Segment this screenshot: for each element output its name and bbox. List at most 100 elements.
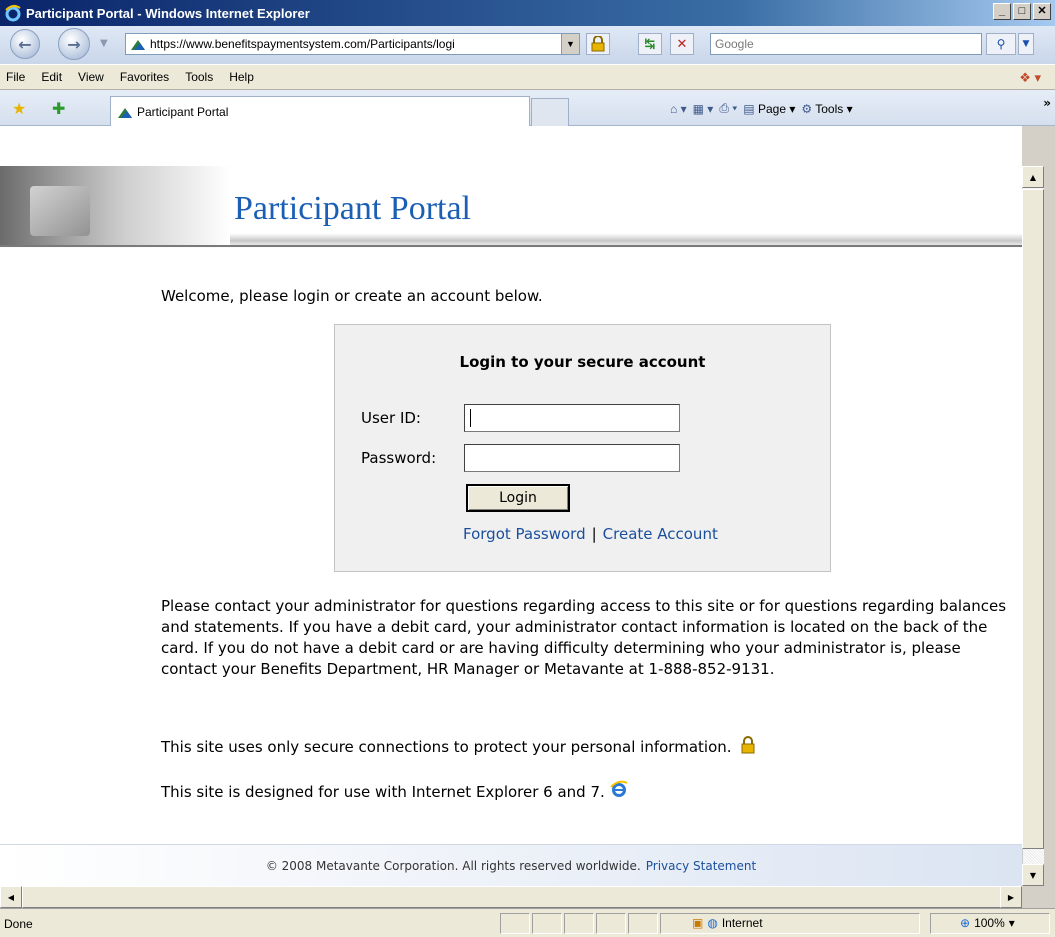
zone-label: Internet [721, 916, 763, 930]
home-icon[interactable]: ⌂ ▾ [670, 102, 687, 116]
zoom-level: 100% [974, 916, 1005, 930]
page-menu-label: Page [757, 101, 786, 116]
scroll-left-button[interactable]: ◀ [0, 886, 22, 908]
new-tab-button[interactable] [531, 98, 569, 126]
page-content: Participant Portal Welcome, please login… [0, 126, 1022, 886]
address-toolbar: ← → ▼ https://www.benefitspaymentsystem.… [0, 26, 1055, 64]
user-id-input[interactable] [464, 404, 680, 432]
zoom-icon: ⊕ [960, 916, 971, 930]
search-input[interactable]: Google [710, 33, 982, 55]
search-options-dropdown[interactable]: ▼ [1018, 33, 1034, 55]
toolbar-addon-icon[interactable]: ❖ ▾ [1019, 70, 1041, 86]
ie-note: This site is designed for use with Inter… [161, 780, 1011, 803]
zoom-dropdown-icon: ▾ [1008, 916, 1015, 930]
back-button[interactable]: ← [10, 29, 40, 59]
minimize-button[interactable]: _ [993, 3, 1011, 20]
login-title: Login to your secure account [459, 353, 706, 371]
contact-paragraph: Please contact your administrator for qu… [161, 597, 1007, 678]
menu-view[interactable]: View [70, 70, 112, 84]
banner-image [0, 166, 230, 246]
page-icon: ▤ [743, 101, 758, 116]
password-input[interactable] [464, 444, 680, 472]
search-icon: ⚲ [996, 37, 1006, 51]
chevron-more-icon[interactable]: » [1043, 96, 1051, 110]
menu-edit[interactable]: Edit [33, 70, 70, 84]
gear-icon: ⚙ [801, 101, 816, 116]
forward-button[interactable]: → [58, 28, 90, 60]
site-favicon-icon [118, 107, 132, 118]
secure-note-text: This site uses only secure connections t… [161, 738, 732, 756]
status-pane [532, 913, 562, 934]
close-button[interactable]: ✕ [1033, 3, 1051, 20]
page-menu-button[interactable]: ▤ Page ▾ [743, 102, 795, 116]
globe-icon: ◍ [707, 916, 718, 930]
feeds-icon[interactable]: ▦ ▾ [693, 102, 714, 116]
tab-label: Participant Portal [137, 104, 229, 119]
security-zone[interactable]: ▣ ◍ Internet [692, 916, 763, 930]
address-url: https://www.benefitspaymentsystem.com/Pa… [150, 37, 455, 51]
tab-participant-portal[interactable]: Participant Portal [110, 96, 530, 126]
forgot-password-link[interactable]: Forgot Password [463, 525, 586, 543]
maximize-button[interactable]: □ [1013, 3, 1031, 20]
login-button[interactable]: Login [466, 484, 570, 512]
status-pane [628, 913, 658, 934]
site-favicon-icon [131, 40, 145, 50]
search-button[interactable]: ⚲ [986, 33, 1016, 55]
copyright-text: © 2008 Metavante Corporation. All rights… [265, 858, 641, 873]
address-field[interactable]: https://www.benefitspaymentsystem.com/Pa… [125, 33, 580, 55]
create-account-link[interactable]: Create Account [603, 525, 718, 543]
window-controls: _ □ ✕ [993, 3, 1051, 20]
back-arrow-icon: ← [18, 34, 32, 54]
stop-button[interactable]: ✕ [670, 33, 694, 55]
refresh-button[interactable]: ↹ [638, 33, 662, 55]
status-text: Done [4, 917, 33, 931]
favorites-center-star-icon[interactable]: ★ [12, 99, 26, 118]
padlock-icon [591, 36, 605, 52]
menu-favorites[interactable]: Favorites [112, 70, 177, 84]
vertical-scrollbar-thumb[interactable] [1022, 189, 1044, 849]
page-footer: © 2008 Metavante Corporation. All rights… [0, 844, 1022, 886]
forward-arrow-icon: → [67, 34, 81, 54]
command-bar: ⌂ ▾ ▦ ▾ ⎙ ▾ ▤ Page ▾ ⚙ Tools ▾ [670, 101, 853, 116]
address-dropdown-button[interactable]: ▼ [561, 34, 579, 54]
user-id-label: User ID: [361, 409, 421, 427]
page-banner: Participant Portal [0, 126, 1022, 248]
scroll-down-button[interactable]: ▼ [1022, 864, 1044, 886]
menu-help[interactable]: Help [221, 70, 262, 84]
ie-logo-icon [5, 4, 21, 22]
status-pane [596, 913, 626, 934]
scroll-right-button[interactable]: ▶ [1000, 886, 1022, 908]
print-icon[interactable]: ⎙ ▾ [719, 101, 737, 116]
banner-divider [0, 245, 1022, 247]
refresh-icon: ↹ [644, 36, 656, 52]
ie-note-text: This site is designed for use with Inter… [161, 783, 605, 801]
recent-pages-dropdown[interactable]: ▼ [100, 38, 108, 49]
tools-menu-button[interactable]: ⚙ Tools ▾ [801, 102, 852, 116]
scrollbar-corner [1022, 886, 1044, 908]
status-pane [564, 913, 594, 934]
menu-tools[interactable]: Tools [177, 70, 221, 84]
secure-note: This site uses only secure connections t… [161, 736, 1011, 758]
page-title: Participant Portal [234, 190, 472, 227]
menu-bar: File Edit View Favorites Tools Help ❖ ▾ [0, 64, 1055, 90]
scroll-up-button[interactable]: ▲ [1022, 166, 1044, 188]
padlock-icon [741, 736, 755, 754]
link-separator: | [591, 525, 597, 543]
stop-icon: ✕ [676, 36, 688, 52]
privacy-statement-link[interactable]: Privacy Statement [646, 859, 756, 873]
menu-file[interactable]: File [6, 70, 33, 84]
status-pane [500, 913, 530, 934]
horizontal-scrollbar-thumb[interactable] [22, 886, 1002, 908]
protected-mode-icon: ▣ [692, 916, 704, 930]
title-bar: Participant Portal - Windows Internet Ex… [0, 0, 1055, 26]
status-bar: Done ▣ ◍ Internet ⊕ 100% ▾ [0, 908, 1055, 937]
login-panel: Login to your secure account User ID: Pa… [334, 324, 831, 572]
welcome-text: Welcome, please login or create an accou… [161, 287, 543, 305]
login-links: Forgot Password | Create Account [463, 525, 718, 543]
password-label: Password: [361, 449, 437, 467]
zoom-control[interactable]: ⊕ 100% ▾ [960, 916, 1015, 930]
add-favorite-star-icon[interactable]: ✚ [52, 99, 65, 118]
tools-menu-label: Tools [815, 101, 844, 116]
window-title: Participant Portal - Windows Internet Ex… [26, 5, 310, 21]
security-lock-button[interactable] [586, 33, 610, 55]
